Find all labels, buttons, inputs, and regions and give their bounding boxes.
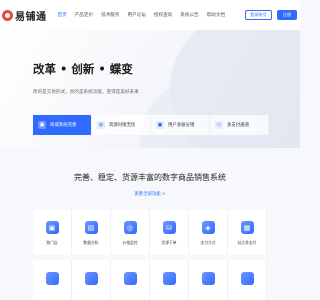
chart-icon: ▤ [84, 221, 98, 234]
nav-link-pricing[interactable]: 产品定价 [75, 12, 93, 18]
card-partial[interactable] [33, 260, 72, 300]
card-label: 支付方式 [200, 240, 216, 245]
section-title: 完善、稳定、货源丰富的数字商品销售系统 [74, 173, 226, 182]
user-icon: ● [156, 121, 164, 129]
feature-tab-store[interactable]: ▣ 商城系统完善 [33, 115, 92, 135]
nav-link-home[interactable]: 首页 [58, 12, 67, 18]
view-all-features-link[interactable]: 查看全部功能 > [0, 191, 300, 197]
card-partial[interactable] [111, 260, 150, 300]
nav-links: 首页 产品定价 技术服务 用户论坛 授权查询 系统公告 帮助文档 [58, 12, 234, 18]
top-navigation: 易铺通 首页 产品定价 技术服务 用户论坛 授权查询 系统公告 帮助文档 登录账… [0, 0, 300, 30]
card-label: 数据分析 [83, 240, 99, 245]
feature-icon [240, 272, 254, 285]
card-site-payment[interactable]: ▦ 站点多支付 [228, 210, 267, 255]
feature-tab-distribution[interactable]: ● 用户多级分销 [151, 115, 210, 135]
feature-tabs: ▣ 商城系统完善 ◍ 资源对接无忧 ● 用户多级分销 ▭ 多支付通道 [33, 115, 269, 135]
feature-label: 商城系统完善 [50, 123, 77, 128]
feature-label: 资源对接无忧 [109, 123, 136, 128]
feature-tab-resources[interactable]: ◍ 资源对接无忧 [92, 115, 151, 135]
hero-subtitle: 改的是交易形式，创的是系统功能，变得是美好未来 [33, 90, 139, 95]
card-partial[interactable] [150, 260, 189, 300]
card-label: 站点多支付 [237, 240, 257, 245]
logo-mark-icon [2, 9, 13, 21]
card-data-analysis[interactable]: ▤ 数据分析 [72, 210, 111, 255]
nav-link-tech-service[interactable]: 技术服务 [101, 12, 119, 18]
store-icon: ▣ [38, 121, 46, 129]
feature-tab-payment[interactable]: ▭ 多支付通道 [210, 115, 269, 135]
pay-icon: ◈ [201, 221, 215, 234]
monitor-icon: ◎ [123, 221, 137, 234]
card-label: 货源下单 [161, 240, 177, 245]
feature-cards: ▣ 独门店 ▤ 数据分析 ◎ 价格监控 ⛁ 货源下单 ◈ 支付方式 ▦ 站点多支… [33, 210, 267, 255]
card-payment[interactable]: ◈ 支付方式 [189, 210, 228, 255]
feature-icon [45, 272, 59, 285]
nav-link-license-query[interactable]: 授权查询 [154, 12, 172, 18]
card-label: 价格监控 [122, 240, 138, 245]
order-icon: ⛁ [162, 221, 176, 234]
register-button[interactable]: 注册 [277, 10, 297, 20]
nav-link-forum[interactable]: 用户论坛 [127, 12, 145, 18]
hero-title: 改革 • 创新 • 蝶变 [33, 62, 133, 76]
nav-link-help-docs[interactable]: 帮助文档 [207, 12, 225, 18]
feature-label: 用户多级分销 [168, 123, 195, 128]
nav-link-announcements[interactable]: 系统公告 [180, 12, 198, 18]
logo[interactable]: 易铺通 [2, 8, 47, 23]
feature-icon [123, 272, 137, 285]
logo-text: 易铺通 [15, 11, 47, 23]
feature-cards-row-2 [33, 260, 267, 300]
site-icon: ▦ [240, 221, 254, 234]
feature-icon [162, 272, 176, 285]
card-order[interactable]: ⛁ 货源下单 [150, 210, 189, 255]
card-partial[interactable] [228, 260, 267, 300]
card-price-monitor[interactable]: ◎ 价格监控 [111, 210, 150, 255]
card-icon: ▭ [215, 121, 223, 129]
card-partial[interactable] [72, 260, 111, 300]
shop-icon: ▣ [45, 221, 59, 234]
card-partial[interactable] [189, 260, 228, 300]
card-label: 独门店 [46, 240, 58, 245]
login-button[interactable]: 登录账号 [245, 10, 272, 20]
hero-banner: 改革 • 创新 • 蝶变 改的是交易形式，创的是系统功能，变得是美好未来 ▣ 商… [0, 30, 300, 148]
feature-icon [84, 272, 98, 285]
feature-label: 多支付通道 [227, 123, 249, 128]
card-shop[interactable]: ▣ 独门店 [33, 210, 72, 255]
feature-icon [201, 272, 215, 285]
link-icon: ◍ [97, 121, 105, 129]
